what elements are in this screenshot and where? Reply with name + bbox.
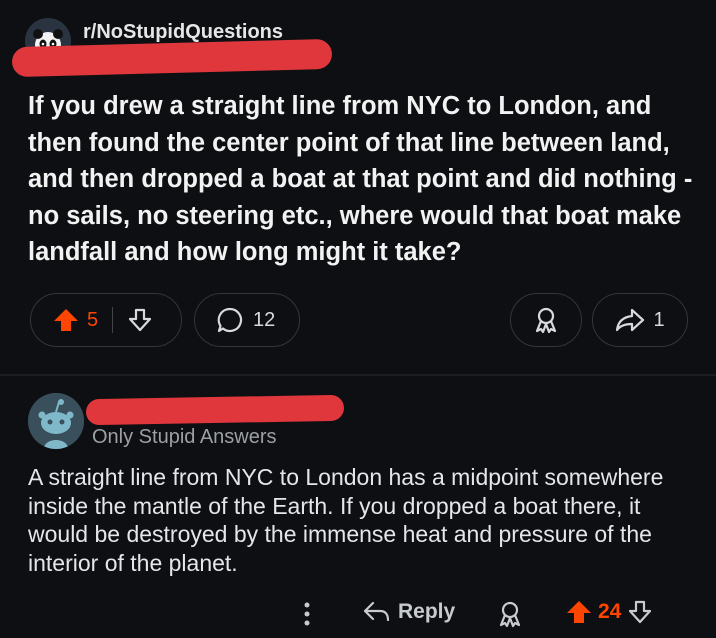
- post-comment-count: 12: [253, 308, 276, 331]
- arrow-up-icon[interactable]: [566, 600, 592, 624]
- user-flair: Only Stupid Answers: [92, 426, 277, 448]
- comments-button[interactable]: 12: [194, 293, 300, 347]
- post-action-bar: 5 12 1: [0, 293, 716, 349]
- award-icon[interactable]: [496, 600, 524, 628]
- post-vote-count: 5: [87, 308, 99, 331]
- reddit-thread: r/NoStupidQuestions If you drew a straig…: [0, 0, 716, 638]
- comment-action-bar: Reply 24: [0, 596, 716, 636]
- comment-body: A straight line from NYC to London has a…: [28, 464, 664, 576]
- arrow-down-icon[interactable]: [627, 600, 653, 624]
- reply-arrow-icon: [362, 600, 390, 624]
- redacted-commenter: [85, 394, 345, 426]
- section-divider: [0, 374, 716, 376]
- vote-separator: [112, 307, 114, 333]
- vertical-dots-icon[interactable]: [300, 600, 314, 628]
- reply-label: Reply: [398, 600, 456, 623]
- post-title[interactable]: If you drew a straight line from NYC to …: [28, 88, 698, 271]
- snoo-avatar-icon: [28, 393, 84, 449]
- arrow-up-icon[interactable]: [53, 308, 79, 332]
- share-arrow-icon: [615, 308, 645, 332]
- vote-pill: 5: [30, 293, 182, 347]
- arrow-down-icon[interactable]: [127, 308, 153, 332]
- speech-bubble-icon: [217, 307, 243, 333]
- share-button[interactable]: 1: [592, 293, 688, 347]
- user-avatar[interactable]: [28, 393, 84, 449]
- comment-vote: 24: [566, 600, 653, 624]
- comment-vote-count: 24: [598, 600, 622, 623]
- award-button[interactable]: [510, 293, 582, 347]
- award-icon: [532, 306, 560, 334]
- post-share-count: 1: [653, 308, 665, 331]
- reply-button[interactable]: Reply: [362, 600, 455, 624]
